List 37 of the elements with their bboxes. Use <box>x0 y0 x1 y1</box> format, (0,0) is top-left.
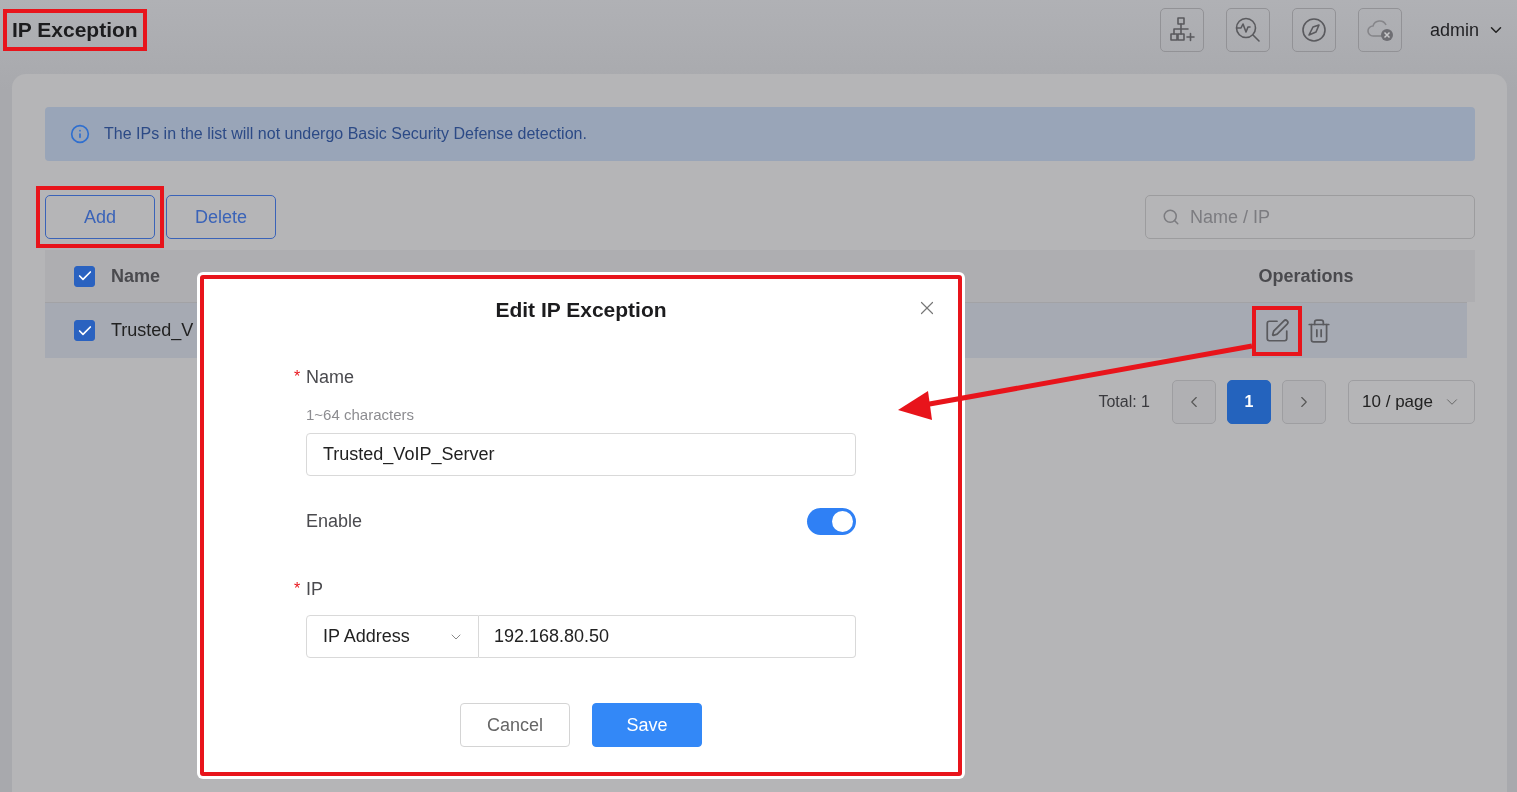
info-icon <box>70 124 90 144</box>
row-checkbox[interactable] <box>74 320 95 341</box>
ip-field[interactable]: 192.168.80.50 <box>479 615 856 658</box>
dialog-button[interactable]: Save <box>592 703 702 747</box>
ip-type-select[interactable]: IP Address <box>306 615 479 658</box>
page-title: IP Exception <box>12 18 138 42</box>
trash-icon[interactable] <box>1306 317 1332 344</box>
field-label: Name <box>306 367 354 387</box>
dialog-title: Edit IP Exception <box>494 298 668 322</box>
search-icon <box>1162 208 1180 226</box>
enable-switch[interactable] <box>807 507 856 535</box>
topology-icon <box>1167 16 1196 44</box>
column-header: Operations <box>1258 265 1354 287</box>
toolbar-button[interactable] <box>1159 8 1204 52</box>
toolbar-button[interactable] <box>1225 8 1270 52</box>
total-count: Total: 1 <box>1098 393 1150 411</box>
toolbar-button[interactable] <box>1357 8 1402 52</box>
page-button[interactable]: 1 <box>1227 380 1271 424</box>
field-label: IP <box>306 579 323 599</box>
required-asterisk: * <box>294 579 301 599</box>
required-asterisk: * <box>294 367 301 387</box>
diagnostics-icon <box>1233 16 1262 44</box>
page-size-select[interactable]: 10 / page <box>1348 380 1475 424</box>
dialog-button[interactable]: Cancel <box>460 703 570 747</box>
column-header: Name <box>111 265 162 287</box>
search-field[interactable]: Name / IP <box>1145 195 1475 239</box>
name-field[interactable]: Trusted_VoIP_Server <box>306 433 856 476</box>
user-menu[interactable]: admin <box>1429 19 1505 41</box>
table-cell-text: Trusted_V <box>111 320 195 341</box>
compass-icon <box>1299 16 1328 44</box>
info-text: The IPs in the list will not undergo Basic Security Defense detection. <box>104 125 587 143</box>
edit-icon[interactable] <box>1264 317 1290 344</box>
field-hint: 1~64 characters <box>306 406 415 424</box>
toolbar-button[interactable] <box>1291 8 1336 52</box>
field-label: Enable <box>306 510 363 532</box>
search-input[interactable]: Name / IP <box>1188 205 1448 229</box>
select-all-checkbox[interactable] <box>74 265 95 287</box>
